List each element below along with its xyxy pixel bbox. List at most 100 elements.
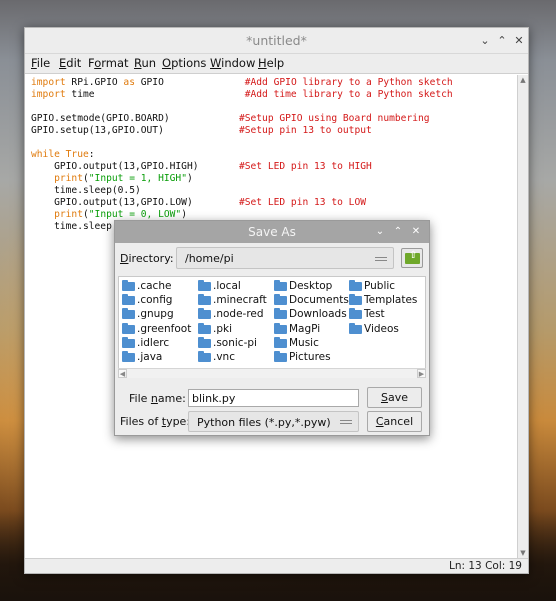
- folder-name: .sonic-pi: [213, 336, 257, 349]
- folder-item[interactable]: Test: [348, 308, 417, 322]
- code-token: time.sleep(0.5): [31, 185, 141, 196]
- save-button[interactable]: Save: [367, 387, 422, 408]
- filetype-label: Files of type:: [120, 415, 191, 428]
- file-column-2: .local .minecraft .node-red .pki .sonic-pi .v…: [197, 280, 267, 365]
- folder-item[interactable]: Public: [348, 280, 417, 294]
- code-token: import: [31, 77, 66, 88]
- scroll-right-icon[interactable]: ▶: [417, 369, 426, 378]
- file-list[interactable]: .cache .config .gnupg .greenfoot .idlerc .jav…: [118, 276, 426, 378]
- code-line: GPIO.output(13,GPIO.HIGH) #Set LED pin 1…: [31, 161, 453, 173]
- dialog-minimize-icon[interactable]: ⌄: [373, 224, 387, 240]
- code-token: #Add time library to a Python sketch: [244, 89, 453, 100]
- folder-icon: [274, 294, 287, 306]
- folder-name: .pki: [213, 322, 233, 335]
- folder-item[interactable]: .node-red: [197, 308, 267, 322]
- maximize-button[interactable]: ⌃: [494, 33, 510, 49]
- directory-value: /home/pi: [185, 252, 234, 265]
- folder-item[interactable]: .sonic-pi: [197, 336, 267, 351]
- scroll-down-icon[interactable]: ▼: [519, 549, 527, 557]
- folder-icon: [122, 350, 135, 362]
- folder-name: Documents: [289, 294, 349, 307]
- folder-name: .vnc: [213, 350, 235, 363]
- dialog-titlebar[interactable]: Save As ⌄ ⌃ ✕: [115, 221, 429, 243]
- folder-icon: [122, 294, 135, 306]
- folder-icon: [349, 280, 362, 291]
- code-line: import time #Add time library to a Pytho…: [31, 89, 453, 101]
- folder-item[interactable]: .pki: [197, 322, 267, 337]
- minimize-button[interactable]: ⌄: [477, 33, 493, 49]
- code-token: GPIO.setup(13,GPIO.OUT): [31, 125, 239, 136]
- close-button[interactable]: ✕: [511, 33, 527, 49]
- folder-item[interactable]: Desktop: [273, 280, 349, 294]
- menu-edit[interactable]: Edit: [59, 56, 81, 70]
- folder-icon: [122, 322, 135, 334]
- filename-field[interactable]: [188, 389, 359, 407]
- folder-icon: [274, 336, 287, 348]
- code-token: #Add GPIO library to a Python sketch: [244, 77, 453, 88]
- folder-item[interactable]: .vnc: [197, 350, 267, 365]
- folder-item[interactable]: Videos: [348, 322, 417, 337]
- cursor-position: Ln: 13 Col: 19: [449, 560, 522, 572]
- filetype-select[interactable]: Python files (*.py,*.pyw): [188, 411, 359, 432]
- folder-icon: [198, 308, 211, 320]
- folder-name: Public: [364, 280, 396, 292]
- code-token: import: [31, 89, 66, 100]
- code-token: GPIO: [134, 77, 245, 88]
- scroll-left-icon[interactable]: ◀: [118, 369, 127, 378]
- folder-name: Test: [364, 308, 385, 321]
- dropdown-icon: [375, 257, 387, 261]
- folder-name: .idlerc: [137, 336, 170, 349]
- folder-icon: [198, 336, 211, 348]
- folder-item[interactable]: Documents: [273, 294, 349, 308]
- folder-item[interactable]: .config: [121, 294, 191, 308]
- folder-name: .java: [137, 350, 163, 363]
- code-token: GPIO.output(13,GPIO.LOW): [31, 197, 239, 208]
- menu-run[interactable]: Run: [134, 56, 156, 70]
- code-token: "Input = 0, LOW": [88, 209, 182, 220]
- folder-item[interactable]: .idlerc: [121, 336, 191, 351]
- folder-icon: [122, 308, 135, 320]
- code-token: "Input = 1, HIGH": [88, 173, 187, 184]
- folder-item[interactable]: MagPi: [273, 322, 349, 337]
- folder-item[interactable]: Templates: [348, 294, 417, 308]
- parent-directory-button[interactable]: ⇧: [401, 248, 423, 268]
- code-token: #Set LED pin 13 to LOW: [238, 197, 367, 208]
- menu-file[interactable]: File: [31, 56, 50, 70]
- horizontal-scrollbar[interactable]: ◀ ▶: [118, 368, 426, 378]
- menu-format[interactable]: Format: [88, 56, 129, 70]
- code-token: print: [54, 209, 83, 220]
- folder-item[interactable]: .java: [121, 350, 191, 365]
- filename-input[interactable]: [192, 391, 355, 405]
- scroll-up-icon[interactable]: ▲: [519, 76, 527, 84]
- directory-select[interactable]: /home/pi: [176, 247, 394, 269]
- folder-icon: [198, 280, 211, 291]
- menu-window[interactable]: Window: [210, 56, 255, 70]
- folder-item[interactable]: Pictures: [273, 350, 349, 365]
- dialog-close-icon[interactable]: ✕: [409, 224, 423, 240]
- folder-name: .local: [213, 280, 241, 292]
- folder-icon: [122, 280, 135, 291]
- folder-item[interactable]: .greenfoot: [121, 322, 191, 337]
- folder-item[interactable]: Downloads: [273, 308, 349, 322]
- folder-icon: [198, 294, 211, 306]
- folder-name: Videos: [364, 322, 399, 335]
- cancel-button[interactable]: Cancel: [367, 411, 422, 432]
- folder-item[interactable]: .local: [197, 280, 267, 294]
- folder-item[interactable]: Music: [273, 336, 349, 351]
- code-text[interactable]: import RPi.GPIO as GPIO #Add GPIO librar…: [31, 77, 453, 233]
- vertical-scrollbar[interactable]: ▲ ▼: [517, 75, 528, 558]
- window-titlebar[interactable]: *untitled* ⌄ ⌃ ✕: [25, 28, 528, 54]
- menu-help[interactable]: Help: [258, 56, 284, 70]
- window-title: *untitled*: [246, 33, 307, 48]
- folder-item[interactable]: .gnupg: [121, 308, 191, 322]
- folder-name: MagPi: [289, 322, 321, 335]
- folder-icon: [349, 322, 362, 334]
- menu-options[interactable]: Options: [162, 56, 206, 70]
- folder-item[interactable]: .cache: [121, 280, 191, 294]
- folder-item[interactable]: .minecraft: [197, 294, 267, 308]
- code-token: ): [181, 209, 187, 220]
- dialog-maximize-icon[interactable]: ⌃: [391, 224, 405, 240]
